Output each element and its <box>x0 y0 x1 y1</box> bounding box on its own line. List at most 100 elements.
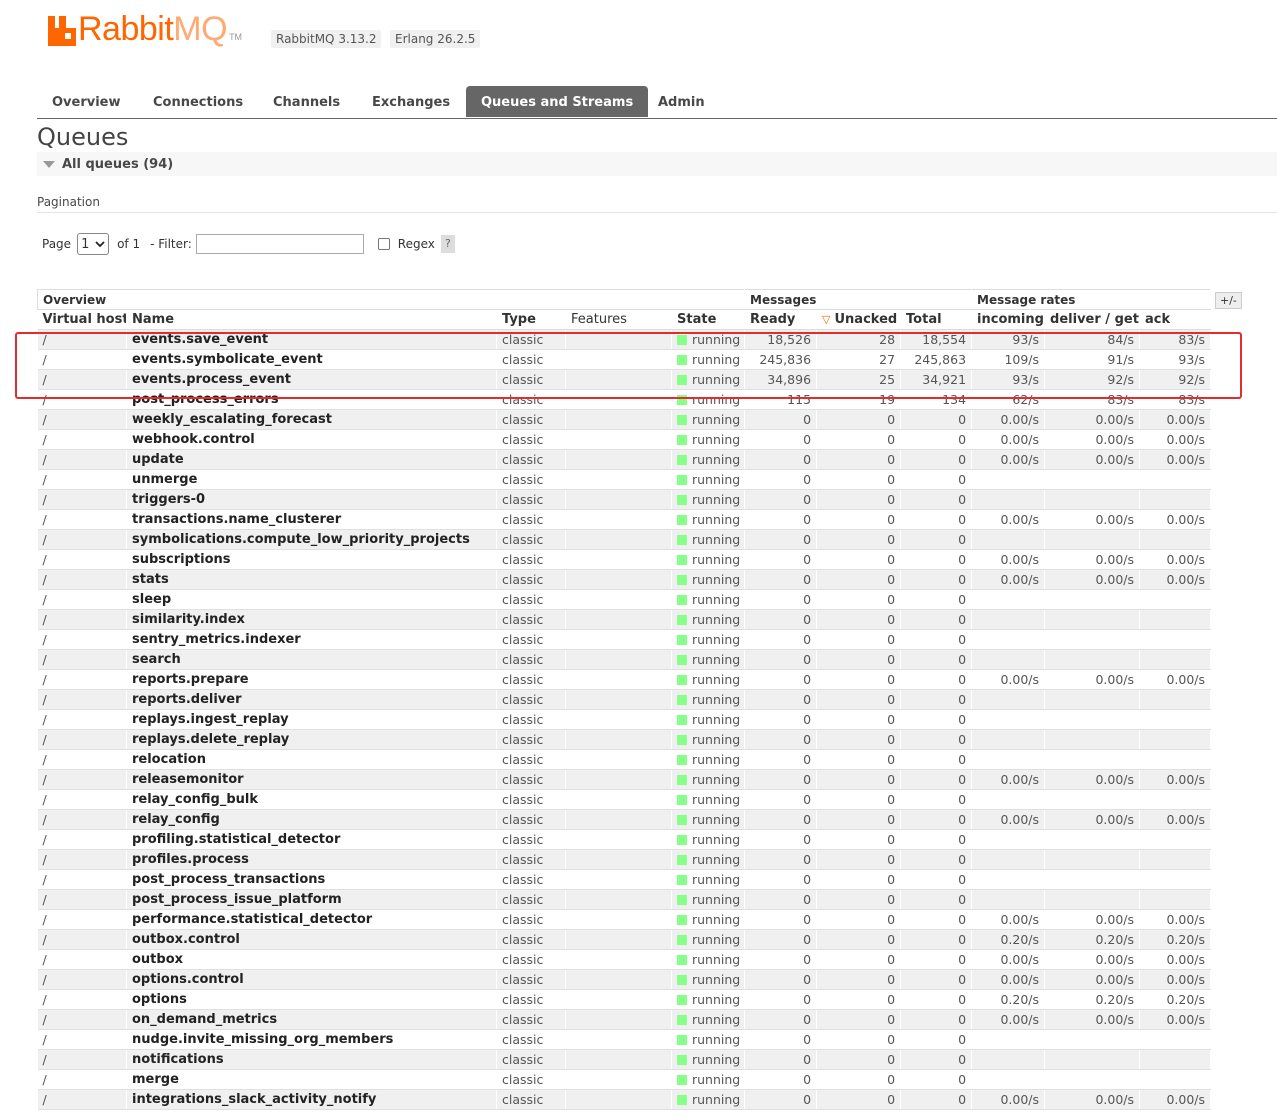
chevron-down-icon <box>95 240 105 247</box>
tab-queues-and-streams[interactable]: Queues and Streams <box>466 86 649 117</box>
running-status-icon <box>677 355 687 365</box>
tab-overview[interactable]: Overview <box>37 86 136 117</box>
column-header-total[interactable]: Total <box>900 309 973 330</box>
column-header-ready[interactable]: Ready <box>744 309 818 330</box>
queue-name-link[interactable]: outbox <box>126 949 497 970</box>
queue-name-link[interactable]: update <box>126 449 497 470</box>
state-cell: running <box>671 909 746 930</box>
queue-name-link[interactable]: replays.delete_replay <box>126 729 497 750</box>
state-label: running <box>692 472 741 487</box>
queue-name-link[interactable]: search <box>126 649 497 670</box>
total-cell: 0 <box>900 1069 973 1090</box>
queue-name-link[interactable]: reports.deliver <box>126 689 497 710</box>
pagination-label[interactable]: Pagination <box>37 195 100 209</box>
queue-name-link[interactable]: post_process_errors <box>126 389 497 410</box>
queue-name-link[interactable]: options <box>126 989 497 1010</box>
queue-name-link[interactable]: options.control <box>126 969 497 990</box>
queue-name-link[interactable]: outbox.control <box>126 929 497 950</box>
features-cell <box>565 1009 672 1030</box>
queue-name-link[interactable]: relay_config <box>126 809 497 830</box>
column-header-name[interactable]: Name <box>126 309 497 330</box>
regex-help-button[interactable]: ? <box>440 235 455 253</box>
queue-name-link[interactable]: merge <box>126 1069 497 1090</box>
queue-name-link[interactable]: on_demand_metrics <box>126 1009 497 1030</box>
queue-name-link[interactable]: releasemonitor <box>126 769 497 790</box>
page-select[interactable]: 1 <box>77 233 110 255</box>
filter-input[interactable] <box>195 234 364 254</box>
queue-name-link[interactable]: profiles.process <box>126 849 497 870</box>
queue-name-link[interactable]: triggers-0 <box>126 489 497 510</box>
state-label: running <box>692 832 741 847</box>
tab-connections[interactable]: Connections <box>138 86 258 117</box>
queue-name-link[interactable]: relay_config_bulk <box>126 789 497 810</box>
state-label: running <box>692 452 741 467</box>
state-cell: running <box>671 509 746 530</box>
queue-name-link[interactable]: webhook.control <box>126 429 497 450</box>
vhost-cell: / <box>37 809 127 830</box>
column-header-virtual-host[interactable]: Virtual host <box>37 309 127 330</box>
queue-name-link[interactable]: stats <box>126 569 497 590</box>
column-header-unacked[interactable]: ▽ Unacked <box>816 309 902 330</box>
queue-name-link[interactable]: post_process_transactions <box>126 869 497 890</box>
queue-name-link[interactable]: relocation <box>126 749 497 770</box>
queue-name-link[interactable]: sleep <box>126 589 497 610</box>
queue-name-link[interactable]: performance.statistical_detector <box>126 909 497 930</box>
ready-cell: 0 <box>744 569 818 590</box>
incoming-rate-cell: 0.00/s <box>971 569 1046 590</box>
state-label: running <box>692 952 741 967</box>
table-row: / triggers-0 classic running 0 0 0 <box>37 489 1212 510</box>
deliver-rate-cell: 0.00/s <box>1044 509 1141 530</box>
queue-name-link[interactable]: reports.prepare <box>126 669 497 690</box>
type-cell: classic <box>496 369 566 390</box>
queue-name-link[interactable]: subscriptions <box>126 549 497 570</box>
column-header-incoming[interactable]: incoming <box>971 309 1046 330</box>
regex-checkbox[interactable] <box>377 238 390 250</box>
running-status-icon <box>677 515 687 525</box>
queue-name-link[interactable]: events.save_event <box>126 329 497 350</box>
queue-name-link[interactable]: notifications <box>126 1049 497 1070</box>
ack-rate-cell <box>1139 609 1212 630</box>
queue-name-link[interactable]: post_process_issue_platform <box>126 889 497 910</box>
running-status-icon <box>677 695 687 705</box>
queue-name-link[interactable]: integrations_slack_activity_notify <box>126 1089 497 1110</box>
running-status-icon <box>677 895 687 905</box>
column-header-type[interactable]: Type <box>496 309 566 330</box>
total-cell: 0 <box>900 829 973 850</box>
column-header-deliver-get[interactable]: deliver / get <box>1044 309 1141 330</box>
queue-name-link[interactable]: replays.ingest_replay <box>126 709 497 730</box>
queue-name-link[interactable]: events.symbolicate_event <box>126 349 497 370</box>
running-status-icon <box>677 675 687 685</box>
features-cell <box>565 429 672 450</box>
queue-name-link[interactable]: symbolications.compute_low_priority_proj… <box>126 529 497 550</box>
column-header-state[interactable]: State <box>671 309 746 330</box>
queue-name-link[interactable]: similarity.index <box>126 609 497 630</box>
state-label: running <box>692 792 741 807</box>
queue-name-link[interactable]: profiling.statistical_detector <box>126 829 497 850</box>
state-cell: running <box>671 569 746 590</box>
queue-name-link[interactable]: transactions.name_clusterer <box>126 509 497 530</box>
state-label: running <box>692 1092 741 1107</box>
column-header-ack[interactable]: ack <box>1139 309 1212 330</box>
deliver-rate-cell: 0.00/s <box>1044 969 1141 990</box>
queue-name-link[interactable]: weekly_escalating_forecast <box>126 409 497 430</box>
toggle-columns-button[interactable]: +/- <box>1215 292 1242 309</box>
rabbitmq-logo[interactable]: RabbitMQ TM <box>48 12 242 46</box>
vhost-cell: / <box>37 769 127 790</box>
queue-name-link[interactable]: unmerge <box>126 469 497 490</box>
queue-name-link[interactable]: sentry_metrics.indexer <box>126 629 497 650</box>
ready-cell: 0 <box>744 1029 818 1050</box>
state-label: running <box>692 992 741 1007</box>
table-row: / post_process_issue_platform classic runni… <box>37 889 1212 910</box>
all-queues-section-toggle[interactable]: All queues (94) <box>37 152 1277 176</box>
column-header-features[interactable]: Features <box>565 309 672 330</box>
ack-rate-cell <box>1139 789 1212 810</box>
tab-exchanges[interactable]: Exchanges <box>357 86 465 117</box>
ready-cell: 0 <box>744 709 818 730</box>
tab-channels[interactable]: Channels <box>258 86 355 117</box>
queue-name-link[interactable]: nudge.invite_missing_org_members <box>126 1029 497 1050</box>
unacked-cell: 25 <box>816 369 902 390</box>
state-label: running <box>692 652 741 667</box>
tab-admin[interactable]: Admin <box>643 86 720 117</box>
queue-name-link[interactable]: events.process_event <box>126 369 497 390</box>
running-status-icon <box>677 815 687 825</box>
